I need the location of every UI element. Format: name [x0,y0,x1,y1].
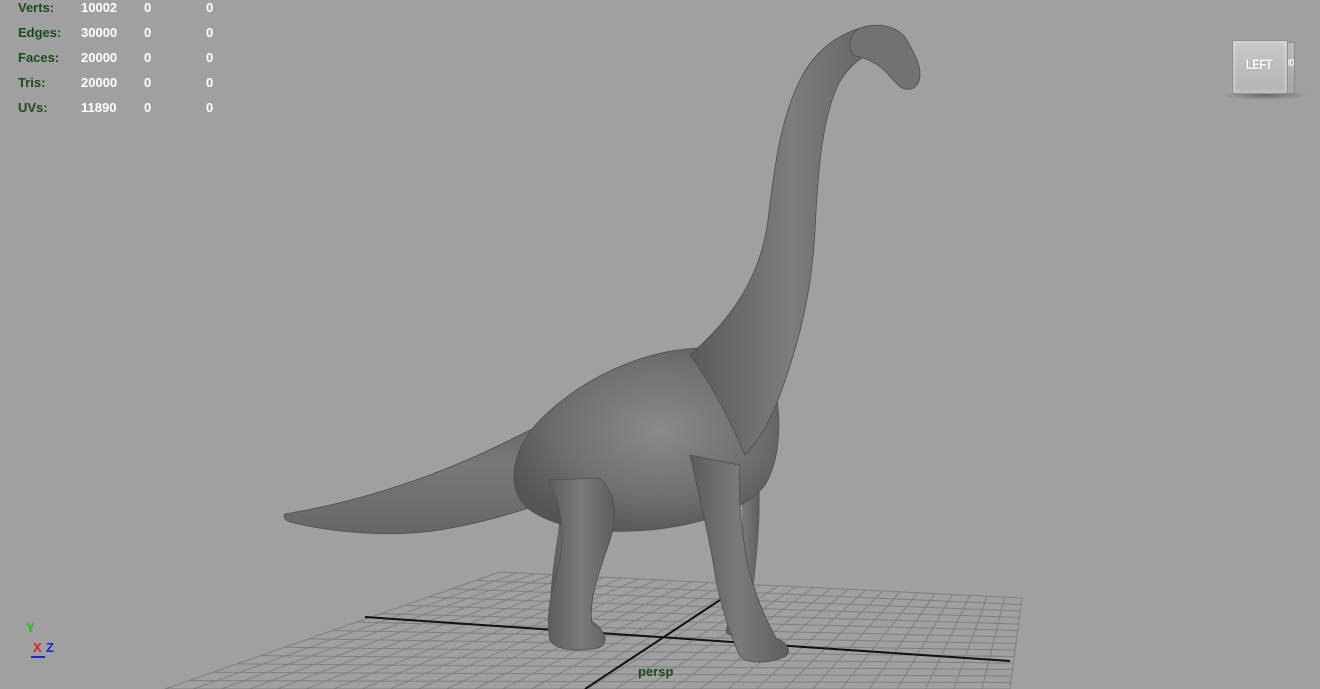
hud-value-object: 0 [144,25,152,40]
grid-line [356,621,1017,638]
scene-canvas[interactable] [0,0,1320,689]
grid-axis-line-x [364,616,1011,662]
hud-value-selected: 0 [206,50,214,65]
camera-name-label: persp [638,664,674,679]
grid-line [188,680,1011,683]
hud-value-selected: 0 [206,25,214,40]
hud-value-object: 0 [144,50,152,65]
hud-value-object: 0 [144,100,152,115]
brachiosaurus-model [283,25,921,663]
model-head [849,25,921,90]
3d-viewport[interactable]: Verts: 10002 0 0 Edges: 30000 0 0 Faces:… [0,0,1320,689]
grid-line [212,671,1012,677]
axis-x-label: X [33,640,42,655]
hud-value-scene: 11890 [81,100,117,115]
hud-label: Tris: [18,75,46,90]
view-cube-side-label: IO [1288,58,1295,69]
hud-value-selected: 0 [206,75,214,90]
axis-z-label: Z [46,640,54,655]
hud-value-scene: 20000 [81,50,118,65]
hud-value-scene: 30000 [81,25,118,40]
axis-indicator: Y X Z [26,620,66,664]
model-neck [689,25,892,456]
hud-value-scene: 20000 [81,75,118,90]
view-cube-face-label: LEFT [1245,56,1273,72]
grid-line [380,613,1018,631]
hud-label: Edges: [18,25,62,40]
grid-line [236,663,1013,670]
hud-label: Faces: [18,50,60,65]
axis-underline [31,656,45,658]
hud-label: UVs: [18,100,48,115]
hud-value-selected: 0 [206,100,214,115]
hud-value-object: 0 [144,75,152,90]
hud-value-selected: 0 [206,0,214,15]
view-cube[interactable]: IO LEFT [1222,36,1308,100]
grid-line [308,638,1016,651]
hud-value-scene: 10002 [81,0,118,15]
model-near-fore-leg [689,454,789,663]
hud-value-object: 0 [144,0,152,15]
hud-label: Verts: [18,0,55,15]
axis-y-label: Y [26,620,35,635]
